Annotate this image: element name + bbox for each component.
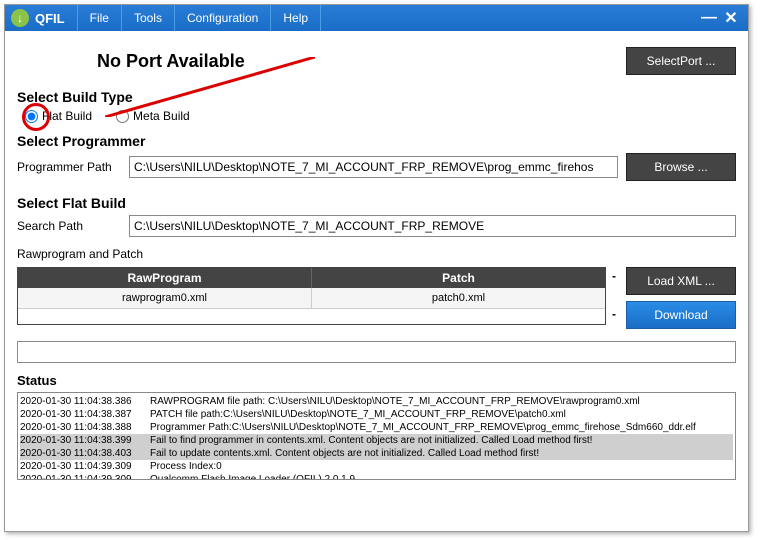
download-button[interactable]: Download [626,301,736,329]
programmer-row: Programmer Path Browse ... [17,153,736,181]
status-log[interactable]: 2020-01-30 11:04:38.386RAWPROGRAM file p… [17,392,736,480]
menu-tools[interactable]: Tools [121,5,174,31]
search-path-label: Search Path [17,219,121,233]
titlebar: QFIL File Tools Configuration Help — ✕ [5,5,748,31]
patch-value: patch0.xml [312,288,605,308]
search-path-row: Search Path [17,215,736,237]
menubar: File Tools Configuration Help [77,5,321,31]
menu-file[interactable]: File [77,5,121,31]
browse-button[interactable]: Browse ... [626,153,736,181]
content: No Port Available SelectPort ... Select … [5,31,748,488]
rawprogram-table: RawProgram Patch rawprogram0.xml patch0.… [17,267,606,325]
status-row: 2020-01-30 11:04:38.403Fail to update co… [20,447,733,460]
meta-build-radio-input[interactable] [116,110,129,123]
minimize-icon[interactable]: — [698,9,720,27]
build-type-label: Select Build Type [17,89,736,105]
status-row: 2020-01-30 11:04:39.309Process Index:0 [20,460,733,473]
flat-build-radio-input[interactable] [25,110,38,123]
app-logo-icon [11,9,29,27]
port-status-text: No Port Available [97,51,245,72]
programmer-path-input[interactable] [129,156,618,178]
status-label: Status [17,373,736,388]
app-window: QFIL File Tools Configuration Help — ✕ N… [4,4,749,532]
progress-bar [17,341,736,363]
status-row: 2020-01-30 11:04:38.399Fail to find prog… [20,434,733,447]
meta-build-radio[interactable]: Meta Build [116,109,190,123]
rawprogram-panel: RawProgram Patch rawprogram0.xml patch0.… [17,267,736,329]
load-xml-button[interactable]: Load XML ... [626,267,736,295]
status-row: 2020-01-30 11:04:39.309Qualcomm Flash Im… [20,473,733,480]
select-flat-build-label: Select Flat Build [17,195,736,211]
port-row: No Port Available SelectPort ... [17,47,736,75]
search-path-input[interactable] [129,215,736,237]
rawprogram-header: RawProgram [18,268,312,288]
window-controls: — ✕ [698,8,748,28]
build-type-radios: Flat Build Meta Build [17,109,736,123]
menu-configuration[interactable]: Configuration [174,5,270,31]
rawprogram-patch-label: Rawprogram and Patch [17,247,736,261]
app-title: QFIL [35,11,77,26]
flat-build-radio[interactable]: Flat Build [25,109,92,123]
select-programmer-label: Select Programmer [17,133,736,149]
select-port-button[interactable]: SelectPort ... [626,47,736,75]
menu-help[interactable]: Help [270,5,321,31]
close-icon[interactable]: ✕ [720,8,742,28]
patch-header: Patch [312,268,605,288]
status-row: 2020-01-30 11:04:38.386RAWPROGRAM file p… [20,395,733,408]
programmer-path-label: Programmer Path [17,160,121,174]
status-row: 2020-01-30 11:04:38.387PATCH file path:C… [20,408,733,421]
rawprogram-value: rawprogram0.xml [18,288,312,308]
status-row: 2020-01-30 11:04:38.388Programmer Path:C… [20,421,733,434]
dash-column: -- [612,267,620,323]
